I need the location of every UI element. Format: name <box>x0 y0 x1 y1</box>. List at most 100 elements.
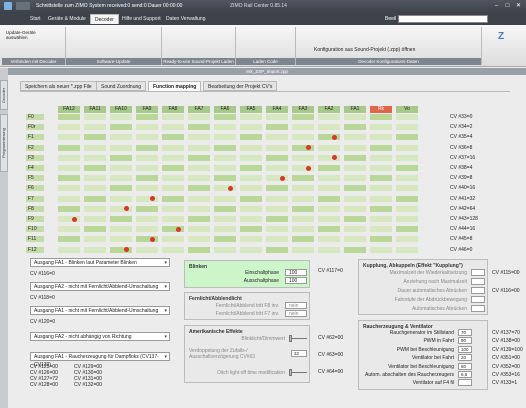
mapping-cell[interactable] <box>162 144 184 151</box>
maximize-icon[interactable]: □ <box>503 2 512 10</box>
mapping-cell[interactable] <box>344 205 366 212</box>
mapping-cell[interactable] <box>214 124 236 131</box>
mapping-cell[interactable] <box>188 154 210 161</box>
mapping-cell[interactable] <box>84 195 106 202</box>
rauch-value-input[interactable]: 70 <box>458 329 472 336</box>
zpp-open-button[interactable]: Konfiguration aus Sound-Projekt (.zpp) ö… <box>314 47 415 53</box>
mapping-cell[interactable] <box>292 185 314 192</box>
mapping-cell[interactable] <box>396 246 418 253</box>
mapping-cell[interactable] <box>188 216 210 222</box>
mapping-cell[interactable] <box>188 165 210 171</box>
mapping-cell[interactable] <box>240 175 262 182</box>
mapping-dot-icon[interactable] <box>280 175 285 181</box>
mapping-cell[interactable] <box>344 114 366 120</box>
mapping-cell[interactable] <box>318 144 340 151</box>
mapping-cell[interactable] <box>318 114 340 120</box>
slider-knob[interactable] <box>289 369 292 376</box>
mapping-cell[interactable] <box>162 236 184 243</box>
mapping-cell[interactable] <box>266 154 288 161</box>
mapping-cell[interactable] <box>162 154 184 161</box>
mapping-cell[interactable] <box>396 124 418 131</box>
mapping-cell[interactable] <box>214 154 236 161</box>
mapping-cell[interactable] <box>84 154 106 161</box>
mapping-cell[interactable] <box>292 226 314 233</box>
mapping-cell[interactable] <box>240 226 262 233</box>
mapping-cell[interactable] <box>240 236 262 243</box>
mapping-cell[interactable] <box>318 226 340 233</box>
mapping-cell[interactable] <box>110 236 132 243</box>
mapping-cell[interactable] <box>58 175 80 182</box>
mapping-cell[interactable] <box>162 195 184 202</box>
mapping-cell[interactable] <box>292 114 314 120</box>
kupplung-select[interactable] <box>471 305 485 312</box>
mapping-cell[interactable] <box>110 226 132 233</box>
tab-speichern[interactable]: Speichern als neuer *.zpp File <box>20 81 97 91</box>
mapping-cell[interactable] <box>136 114 158 120</box>
mapping-cell[interactable] <box>136 205 158 212</box>
mapping-cell[interactable] <box>162 165 184 171</box>
mapping-cell[interactable] <box>344 134 366 141</box>
rauch-value-input[interactable]: 90 <box>458 337 472 345</box>
mapping-cell[interactable] <box>58 236 80 243</box>
mapping-cell[interactable] <box>136 124 158 131</box>
output-dropdown-3[interactable]: Ausgang FA1 - nicht mit Fernlicht/Abblen… <box>30 306 170 315</box>
mapping-cell[interactable] <box>188 134 210 141</box>
fernlicht-f8-select[interactable]: nein <box>285 302 307 309</box>
mapping-cell[interactable] <box>344 195 366 202</box>
kupplung-select[interactable] <box>471 269 485 276</box>
mapping-cell[interactable] <box>266 216 288 222</box>
menu-daten-verwaltung[interactable]: Daten Verwaltung <box>162 14 209 24</box>
mapping-cell[interactable] <box>344 226 366 233</box>
mapping-cell[interactable] <box>292 216 314 222</box>
mapping-cell[interactable] <box>370 205 392 212</box>
mapping-cell[interactable] <box>344 165 366 171</box>
mapping-cell[interactable] <box>110 124 132 131</box>
mapping-cell[interactable] <box>58 124 80 131</box>
mapping-cell[interactable] <box>162 114 184 120</box>
mapping-cell[interactable] <box>318 236 340 243</box>
side-tab-programmierung[interactable]: Programmierung <box>0 114 8 172</box>
tab-projekt-cvs[interactable]: Bearbeitung der Projekt CV's <box>203 81 278 91</box>
mapping-cell[interactable] <box>370 246 392 253</box>
mapping-cell[interactable] <box>58 205 80 212</box>
ditch-light-slider[interactable] <box>289 369 307 376</box>
rauch-value-input[interactable]: 60 <box>458 362 472 370</box>
update-geraete-button[interactable]: Update-Geräte auswählen <box>6 30 54 40</box>
mapping-cell[interactable] <box>188 195 210 202</box>
mapping-cell[interactable] <box>214 165 236 171</box>
mapping-cell[interactable] <box>136 175 158 182</box>
mapping-cell[interactable] <box>84 205 106 212</box>
mapping-cell[interactable] <box>344 236 366 243</box>
mapping-cell[interactable] <box>370 134 392 141</box>
mapping-cell[interactable] <box>318 205 340 212</box>
mapping-cell[interactable] <box>84 124 106 131</box>
mapping-cell[interactable] <box>292 205 314 212</box>
mapping-cell[interactable] <box>370 226 392 233</box>
mapping-cell[interactable] <box>292 246 314 253</box>
mapping-cell[interactable] <box>110 114 132 120</box>
kupplung-select[interactable] <box>471 278 485 285</box>
output-dropdown-5[interactable]: Ausgang FA1 - Raucherzeugung für Dampflo… <box>30 352 170 368</box>
mapping-cell[interactable] <box>58 226 80 233</box>
mapping-cell[interactable] <box>58 246 80 253</box>
mapping-cell[interactable] <box>188 114 210 120</box>
mapping-cell[interactable] <box>344 185 366 192</box>
mapping-cell[interactable] <box>240 216 262 222</box>
einschaltphase-select[interactable]: 100 <box>285 269 307 276</box>
mapping-cell[interactable] <box>370 114 392 120</box>
mapping-cell[interactable] <box>214 205 236 212</box>
mapping-cell[interactable] <box>344 154 366 161</box>
tab-sound-zuordnung[interactable]: Sound Zuordnung <box>96 81 147 91</box>
mapping-cell[interactable] <box>318 175 340 182</box>
mapping-cell[interactable] <box>396 185 418 192</box>
mapping-cell[interactable] <box>188 205 210 212</box>
mapping-dot-icon[interactable] <box>332 134 337 140</box>
mapping-cell[interactable] <box>162 205 184 212</box>
zufall-input[interactable]: 32 <box>291 350 307 357</box>
mapping-cell[interactable] <box>188 226 210 233</box>
mapping-cell[interactable] <box>240 205 262 212</box>
mapping-cell[interactable] <box>188 236 210 243</box>
mapping-cell[interactable] <box>370 165 392 171</box>
mapping-cell[interactable] <box>318 216 340 222</box>
mapping-cell[interactable] <box>136 134 158 141</box>
